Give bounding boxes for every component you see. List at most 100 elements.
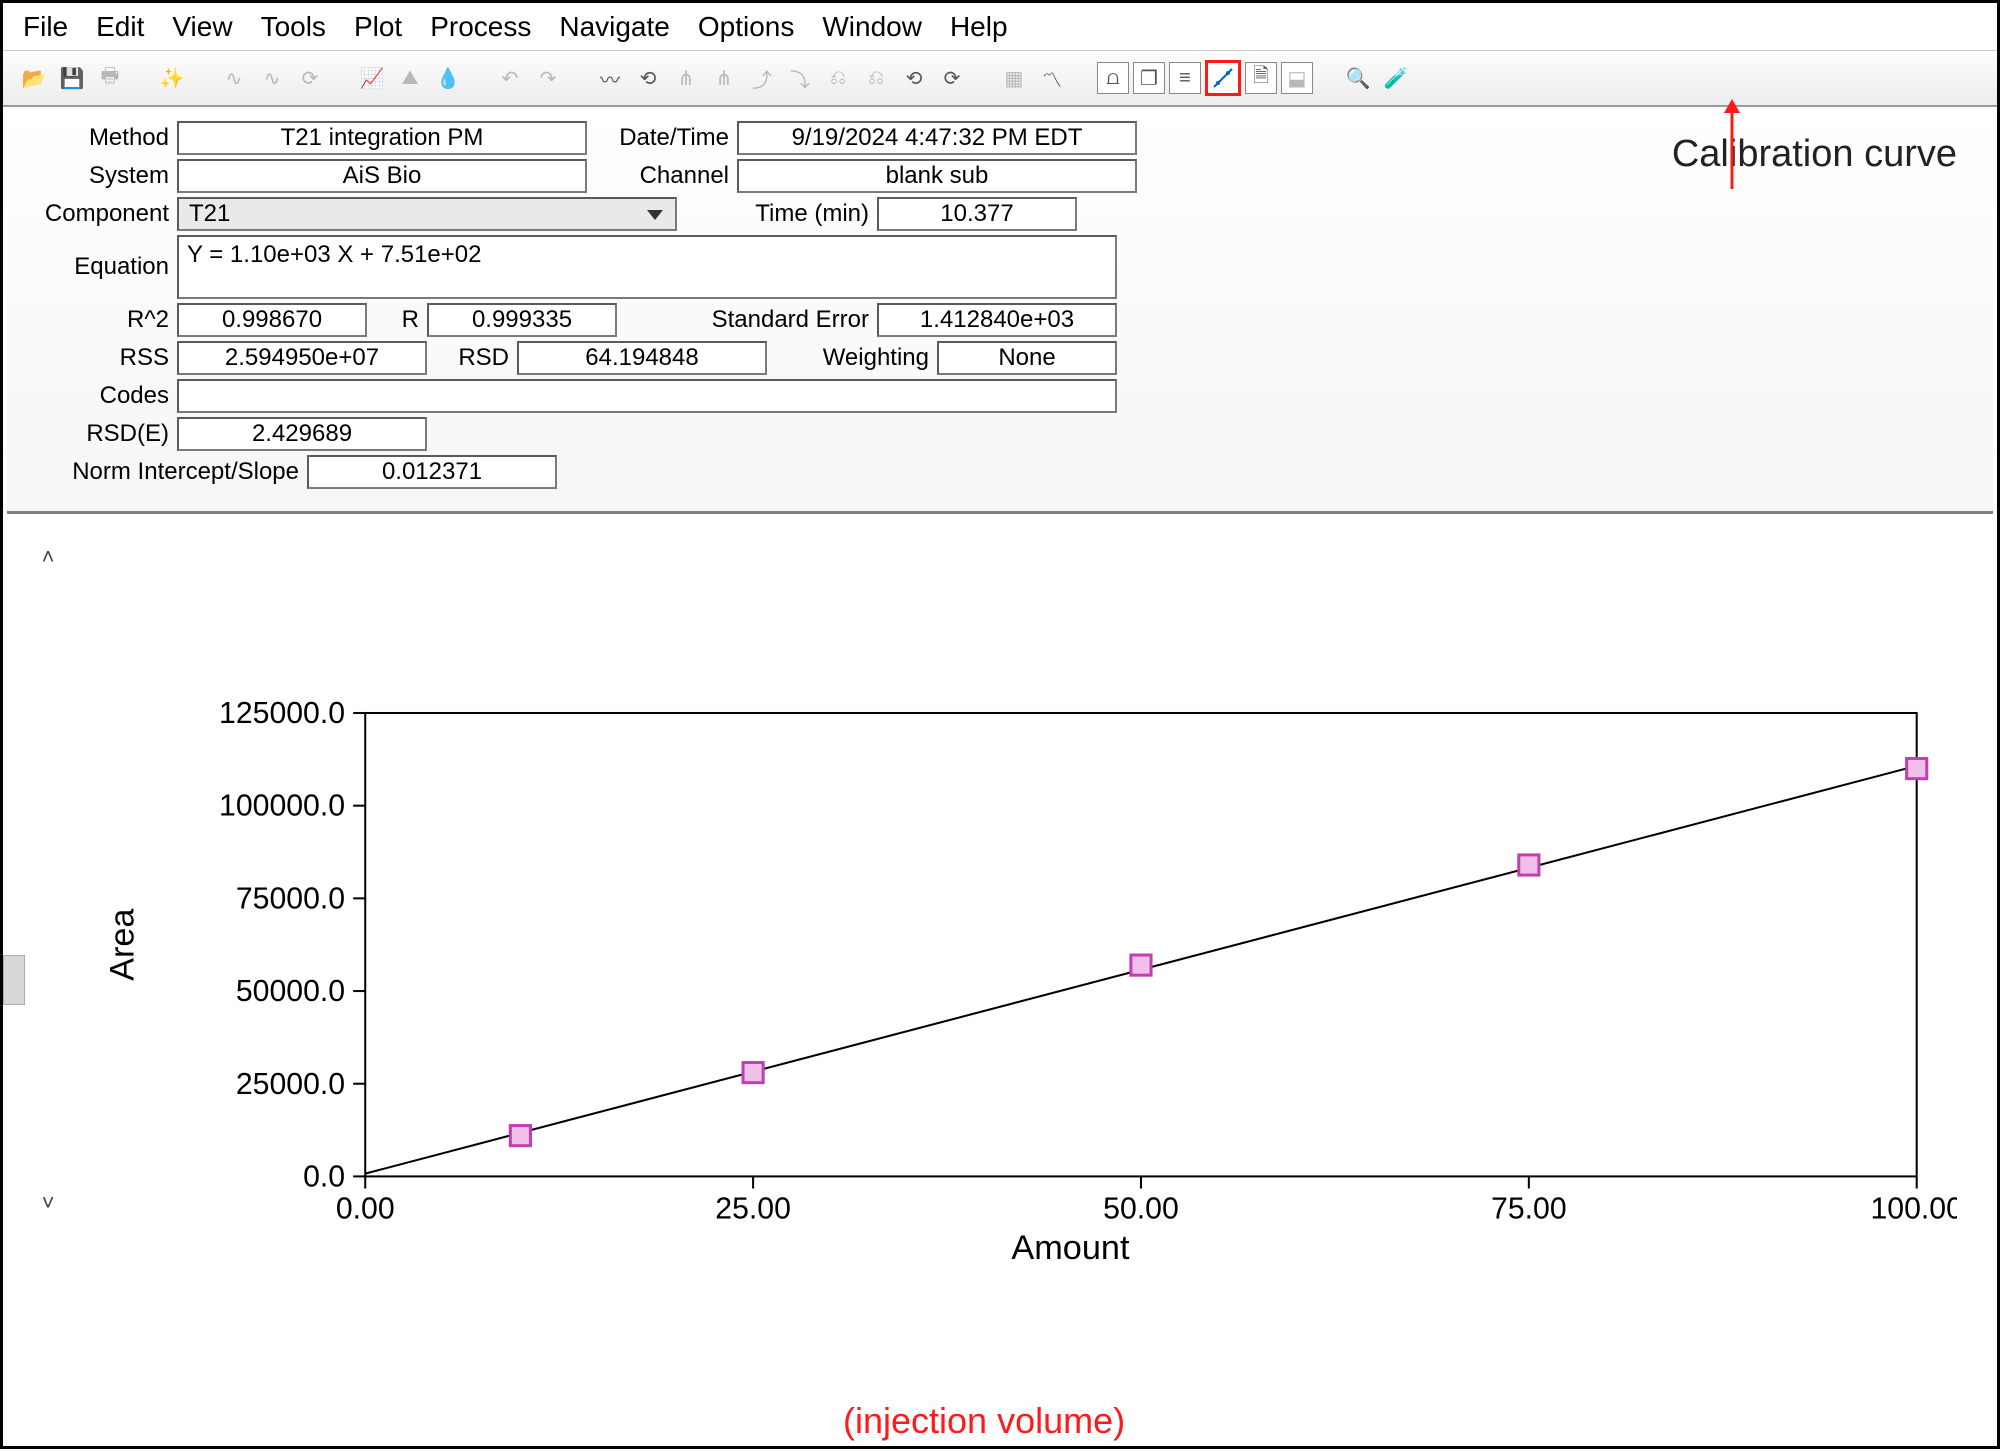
codes-field	[177, 379, 1117, 413]
y-tick: 75000.0	[236, 882, 345, 915]
refresh-icon[interactable]: ⟳	[293, 61, 327, 95]
chart-panel: ˄ ˅ 0.0 25000.0 50000.0 75000.0 100000.0 1250…	[3, 514, 1997, 1446]
method-label: Method	[27, 124, 177, 152]
r2-label: R^2	[27, 306, 177, 334]
wand-icon[interactable]: ✨	[155, 61, 189, 95]
rsde-field: 2.429689	[177, 417, 427, 451]
y-tick: 125000.0	[219, 697, 345, 730]
component-label: Component	[27, 200, 177, 228]
y-tick: 0.0	[303, 1160, 345, 1193]
x-tick: 100.00	[1870, 1193, 1957, 1226]
menu-view[interactable]: View	[172, 11, 232, 43]
rss-field: 2.594950e+07	[177, 341, 427, 375]
stderr-field: 1.412840e+03	[877, 303, 1117, 337]
vial-icon[interactable]: 🧪	[1379, 61, 1413, 95]
menu-tools[interactable]: Tools	[261, 11, 326, 43]
stderr-label: Standard Error	[617, 306, 877, 334]
time-field: 10.377	[877, 197, 1077, 231]
weighting-label: Weighting	[767, 344, 937, 372]
scroll-up-icon[interactable]: ˄	[42, 544, 55, 570]
system-field: AiS Bio	[177, 159, 587, 193]
view-copy-icon[interactable]: ❐	[1133, 62, 1165, 94]
x-tick: 50.00	[1103, 1193, 1179, 1226]
rsd-field: 64.194848	[517, 341, 767, 375]
print-icon[interactable]: 🖶	[93, 61, 127, 95]
x-tick: 25.00	[715, 1193, 791, 1226]
y-tick: 50000.0	[236, 975, 345, 1008]
r-label: R	[367, 306, 427, 334]
menu-window[interactable]: Window	[822, 11, 922, 43]
y-tick: 25000.0	[236, 1068, 345, 1101]
rsd-label: RSD	[427, 344, 517, 372]
channel-label: Channel	[587, 162, 737, 190]
menu-navigate[interactable]: Navigate	[559, 11, 670, 43]
wave1-icon[interactable]: ∿	[217, 61, 251, 95]
save-icon[interactable]: 💾	[55, 61, 89, 95]
inspect-icon[interactable]: 🔍	[1341, 61, 1375, 95]
calibration-curve-button[interactable]	[1205, 60, 1241, 96]
redo-icon[interactable]: ↷	[531, 61, 565, 95]
view-list-icon[interactable]: ≡	[1169, 62, 1201, 94]
x-tick: 0.00	[336, 1193, 395, 1226]
peak-icon[interactable]: ⛰	[393, 61, 427, 95]
open-icon[interactable]: 📂	[17, 61, 51, 95]
view-doc-icon[interactable]: 🗎	[1245, 62, 1277, 94]
codes-label: Codes	[27, 382, 177, 410]
overlay-icon[interactable]: 〽	[1035, 61, 1069, 95]
r2-field: 0.998670	[177, 303, 367, 337]
menu-edit[interactable]: Edit	[96, 11, 144, 43]
process1-icon[interactable]: 〰	[593, 61, 627, 95]
wave2-icon[interactable]: ∿	[255, 61, 289, 95]
chart-icon[interactable]: 📈	[355, 61, 389, 95]
x-tick: 75.00	[1491, 1193, 1567, 1226]
drop-icon[interactable]: 💧	[431, 61, 465, 95]
data-point[interactable]	[743, 1063, 763, 1083]
norm-field: 0.012371	[307, 455, 557, 489]
process7-icon[interactable]: ⎌	[821, 61, 855, 95]
grid-icon[interactable]: ▦	[997, 61, 1031, 95]
data-point[interactable]	[1131, 955, 1151, 975]
undo-icon[interactable]: ↶	[493, 61, 527, 95]
process9-icon[interactable]: ⟲	[897, 61, 931, 95]
x-axis-label: Amount	[1011, 1229, 1130, 1267]
datetime-label: Date/Time	[587, 124, 737, 152]
method-field: T21 integration PM	[177, 121, 587, 155]
norm-label: Norm Intercept/Slope	[27, 458, 307, 486]
menu-help[interactable]: Help	[950, 11, 1008, 43]
channel-field: blank sub	[737, 159, 1137, 193]
process4-icon[interactable]: ⋔	[707, 61, 741, 95]
rsde-label: RSD(E)	[27, 420, 177, 448]
calibration-chart[interactable]: 0.0 25000.0 50000.0 75000.0 100000.0 125000.0…	[63, 524, 1957, 1446]
menu-plot[interactable]: Plot	[354, 11, 402, 43]
process8-icon[interactable]: ⎌	[859, 61, 893, 95]
r-field: 0.999335	[427, 303, 617, 337]
splitter-grip[interactable]	[3, 955, 25, 1005]
datetime-field: 9/19/2024 4:47:32 PM EDT	[737, 121, 1137, 155]
view-hist-icon[interactable]: ⬓	[1281, 62, 1313, 94]
y-axis-label: Area	[104, 908, 142, 981]
rss-label: RSS	[27, 344, 177, 372]
component-select[interactable]: T21	[177, 197, 677, 231]
injection-volume-note: (injection volume)	[843, 1400, 1125, 1442]
equation-label: Equation	[27, 253, 177, 281]
process6-icon[interactable]: ⤵	[783, 61, 817, 95]
time-label: Time (min)	[677, 200, 877, 228]
process5-icon[interactable]: ⤴	[745, 61, 779, 95]
data-point[interactable]	[1519, 855, 1539, 875]
equation-field: Y = 1.10e+03 X + 7.51e+02	[177, 235, 1117, 299]
process2-icon[interactable]: ⟲	[631, 61, 665, 95]
y-tick: 100000.0	[219, 790, 345, 823]
scroll-down-icon[interactable]: ˅	[42, 1190, 55, 1216]
toolbar: 📂 💾 🖶 ✨ ∿ ∿ ⟳ 📈 ⛰ 💧 ↶ ↷ 〰 ⟲ ⋔ ⋔ ⤴ ⤵ ⎌ ⎌ …	[3, 51, 1997, 107]
menu-options[interactable]: Options	[698, 11, 795, 43]
weighting-field: None	[937, 341, 1117, 375]
menu-process[interactable]: Process	[430, 11, 531, 43]
data-point[interactable]	[1907, 759, 1927, 779]
data-point[interactable]	[510, 1126, 530, 1146]
menu-file[interactable]: File	[23, 11, 68, 43]
process10-icon[interactable]: ⟳	[935, 61, 969, 95]
callout-arrow-icon	[1712, 99, 1752, 199]
view-peak-icon[interactable]: ⩍	[1097, 62, 1129, 94]
process3-icon[interactable]: ⋔	[669, 61, 703, 95]
system-label: System	[27, 162, 177, 190]
